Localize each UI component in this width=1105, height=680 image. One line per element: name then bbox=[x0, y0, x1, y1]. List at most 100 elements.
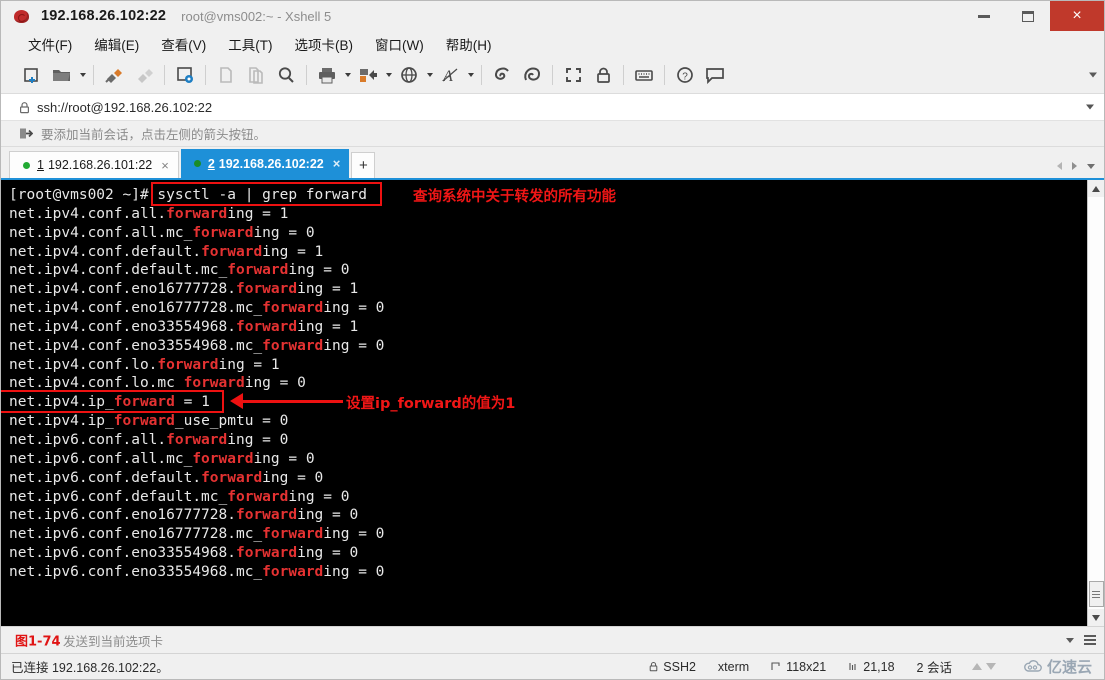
xshell-icon bbox=[13, 7, 31, 25]
maximize-button[interactable] bbox=[1006, 1, 1050, 31]
transfer-caret-icon[interactable] bbox=[383, 61, 394, 89]
menu-window[interactable]: 窗口(W) bbox=[366, 31, 433, 57]
terminal-line: net.ipv4.conf.all.forwarding = 1 bbox=[9, 205, 289, 222]
title-bar: 192.168.26.102:22 root@vms002:~ - Xshell… bbox=[1, 1, 1104, 31]
status-bar: 已连接 192.168.26.102:22。 SSH2 xterm 118x21… bbox=[1, 653, 1104, 679]
watermark-text: 亿速云 bbox=[1046, 659, 1092, 676]
cursor-label: 21,18 bbox=[863, 659, 895, 674]
print-icon[interactable] bbox=[312, 61, 342, 89]
tab-192-168-26-102[interactable]: 2 192.168.26.102:22 × bbox=[180, 149, 350, 178]
terminal-line: net.ipv6.conf.default.mc_forwarding = 0 bbox=[9, 488, 350, 505]
new-session-icon[interactable] bbox=[17, 61, 47, 89]
globe-caret-icon[interactable] bbox=[424, 61, 435, 89]
terminal-line: net.ipv6.conf.eno33554968.mc_forwarding … bbox=[9, 563, 385, 580]
resize-icon bbox=[771, 661, 781, 672]
tab-bar: 1 192.168.26.101:22 × 2 192.168.26.102:2… bbox=[1, 147, 1104, 178]
chevron-down-icon[interactable] bbox=[1066, 638, 1074, 643]
toolbar-separator bbox=[664, 65, 665, 85]
chevron-down-icon[interactable] bbox=[1086, 105, 1094, 110]
tab-next-icon[interactable] bbox=[1068, 158, 1081, 174]
scrollbar-thumb[interactable] bbox=[1088, 581, 1104, 607]
tab-navigation bbox=[1053, 158, 1098, 174]
download-arrow-icon bbox=[986, 663, 996, 670]
size-label: 118x21 bbox=[786, 659, 827, 674]
tab-prev-icon[interactable] bbox=[1053, 158, 1066, 174]
lock-icon[interactable] bbox=[588, 61, 618, 89]
terminal-line: net.ipv4.conf.lo.mc_forwarding = 0 bbox=[9, 375, 306, 392]
transfer-indicators bbox=[972, 663, 996, 670]
terminal-line: net.ipv4.conf.lo.forwarding = 1 bbox=[9, 356, 280, 373]
cloud-icon bbox=[1022, 659, 1044, 674]
menu-tools[interactable]: 工具(T) bbox=[219, 31, 281, 57]
toolbar-separator bbox=[164, 65, 165, 85]
terminal-area: [root@vms002 ~]# sysctl -a | grep forwar… bbox=[1, 178, 1104, 626]
close-button[interactable]: × bbox=[1050, 1, 1104, 31]
tab-label: 192.168.26.102:22 bbox=[218, 156, 324, 171]
toolbar-separator bbox=[306, 65, 307, 85]
print-caret-icon[interactable] bbox=[342, 61, 353, 89]
connection-status: 已连接 192.168.26.102:22。 bbox=[11, 661, 169, 675]
terminal-line: net.ipv6.conf.eno16777728.mc_forwarding … bbox=[9, 526, 385, 543]
session-properties-icon[interactable] bbox=[170, 61, 200, 89]
tab-label: 192.168.26.101:22 bbox=[47, 158, 153, 172]
menu-tabs[interactable]: 选项卡(B) bbox=[286, 31, 363, 57]
keyboard-icon[interactable] bbox=[629, 61, 659, 89]
status-protocol: SSH2 bbox=[649, 660, 696, 674]
terminal-line: net.ipv6.conf.eno16777728.forwarding = 0 bbox=[9, 507, 359, 524]
terminal-line: net.ipv6.conf.all.forwarding = 0 bbox=[9, 431, 289, 448]
tab-close-icon[interactable]: × bbox=[161, 159, 169, 172]
font-caret-icon[interactable] bbox=[465, 61, 476, 89]
globe-icon[interactable] bbox=[394, 61, 424, 89]
sender-bar-actions bbox=[1066, 627, 1096, 653]
open-folder-caret-icon[interactable] bbox=[77, 61, 88, 89]
tab-192-168-26-101[interactable]: 1 192.168.26.101:22 × bbox=[9, 151, 179, 178]
chat-icon[interactable] bbox=[700, 61, 730, 89]
menu-view[interactable]: 查看(V) bbox=[152, 31, 215, 57]
protocol-label: SSH2 bbox=[663, 659, 696, 674]
transfer-icon[interactable] bbox=[353, 61, 383, 89]
scroll-up-icon[interactable] bbox=[1088, 180, 1105, 197]
font-icon[interactable]: A bbox=[435, 61, 465, 89]
tab-close-icon[interactable]: × bbox=[333, 157, 341, 170]
terminal-scrollbar[interactable] bbox=[1087, 180, 1104, 626]
figure-caption: 图1-74 bbox=[15, 634, 61, 650]
menu-edit[interactable]: 编辑(E) bbox=[85, 31, 148, 57]
status-cursor: 21,18 bbox=[848, 659, 895, 674]
status-sessions: 2 会话 bbox=[916, 661, 952, 675]
tab-status-dot bbox=[23, 161, 30, 169]
scrollbar-track[interactable] bbox=[1087, 197, 1104, 609]
new-tab-button[interactable]: + bbox=[351, 152, 376, 178]
open-folder-icon[interactable] bbox=[47, 61, 77, 89]
xftp-icon[interactable] bbox=[487, 61, 517, 89]
copy-icon bbox=[211, 61, 241, 89]
terminal-line: net.ipv6.conf.default.forwarding = 0 bbox=[9, 469, 324, 486]
tab-list-icon[interactable] bbox=[1083, 158, 1098, 174]
toolbar-separator bbox=[552, 65, 553, 85]
tab-number: 2 bbox=[207, 156, 215, 171]
menu-help[interactable]: 帮助(H) bbox=[437, 31, 501, 57]
xshell-window: 192.168.26.102:22 root@vms002:~ - Xshell… bbox=[0, 0, 1105, 680]
fullscreen-icon[interactable] bbox=[558, 61, 588, 89]
notification-bar: 要添加当前会话，点击左侧的箭头按钮。 bbox=[1, 121, 1104, 147]
menu-file[interactable]: 文件(F) bbox=[19, 31, 81, 57]
scroll-down-icon[interactable] bbox=[1088, 609, 1105, 626]
disconnect-icon bbox=[129, 61, 159, 89]
notification-text: 要添加当前会话，点击左侧的箭头按钮。 bbox=[41, 128, 267, 142]
paste-icon bbox=[241, 61, 271, 89]
toolbar-overflow-icon[interactable] bbox=[1089, 73, 1097, 78]
svg-text:A: A bbox=[442, 68, 453, 84]
find-icon[interactable] bbox=[271, 61, 301, 89]
status-terminal-type: xterm bbox=[717, 659, 750, 674]
upload-arrow-icon bbox=[972, 663, 982, 670]
toolbar: A ? bbox=[1, 57, 1104, 94]
connect-icon[interactable] bbox=[99, 61, 129, 89]
hamburger-icon[interactable] bbox=[1084, 635, 1096, 645]
xagent-icon[interactable] bbox=[517, 61, 547, 89]
terminal-output[interactable]: [root@vms002 ~]# sysctl -a | grep forwar… bbox=[1, 180, 1087, 626]
minimize-button[interactable] bbox=[962, 1, 1006, 31]
help-icon[interactable]: ? bbox=[670, 61, 700, 89]
address-bar[interactable]: ssh://root@192.168.26.102:22 bbox=[1, 94, 1104, 121]
tab-number: 1 bbox=[37, 158, 44, 172]
address-input[interactable]: ssh://root@192.168.26.102:22 bbox=[37, 100, 212, 115]
lock-icon bbox=[649, 661, 658, 672]
